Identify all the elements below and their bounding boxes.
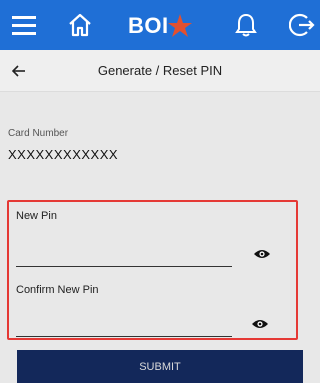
submit-button[interactable]: SUBMIT bbox=[17, 350, 303, 383]
top-bar: BOI bbox=[0, 0, 320, 50]
bell-icon bbox=[235, 13, 257, 37]
menu-button[interactable] bbox=[6, 7, 42, 43]
submit-label: SUBMIT bbox=[139, 360, 181, 373]
home-button[interactable] bbox=[62, 7, 98, 43]
new-pin-visibility-toggle[interactable] bbox=[253, 248, 271, 260]
title-bar: Generate / Reset PIN bbox=[0, 50, 320, 92]
card-number-value: XXXXXXXXXXXX bbox=[8, 147, 119, 162]
confirm-pin-label: Confirm New Pin bbox=[16, 284, 99, 296]
confirm-pin-visibility-toggle[interactable] bbox=[251, 318, 269, 330]
confirm-pin-input[interactable] bbox=[16, 315, 232, 337]
page-title: Generate / Reset PIN bbox=[97, 63, 223, 78]
logout-icon bbox=[289, 13, 315, 37]
notifications-button[interactable] bbox=[228, 7, 264, 43]
menu-icon bbox=[12, 16, 36, 35]
card-number-label: Card Number bbox=[8, 128, 69, 139]
new-pin-label: New Pin bbox=[16, 210, 57, 222]
eye-icon bbox=[254, 250, 270, 258]
boi-logo: BOI bbox=[128, 12, 193, 40]
home-icon bbox=[69, 13, 91, 37]
logo-text: BOI bbox=[128, 13, 169, 38]
logout-button[interactable] bbox=[284, 7, 320, 43]
logo-star-icon bbox=[167, 14, 192, 37]
new-pin-input[interactable] bbox=[16, 245, 232, 267]
eye-icon bbox=[252, 320, 268, 328]
